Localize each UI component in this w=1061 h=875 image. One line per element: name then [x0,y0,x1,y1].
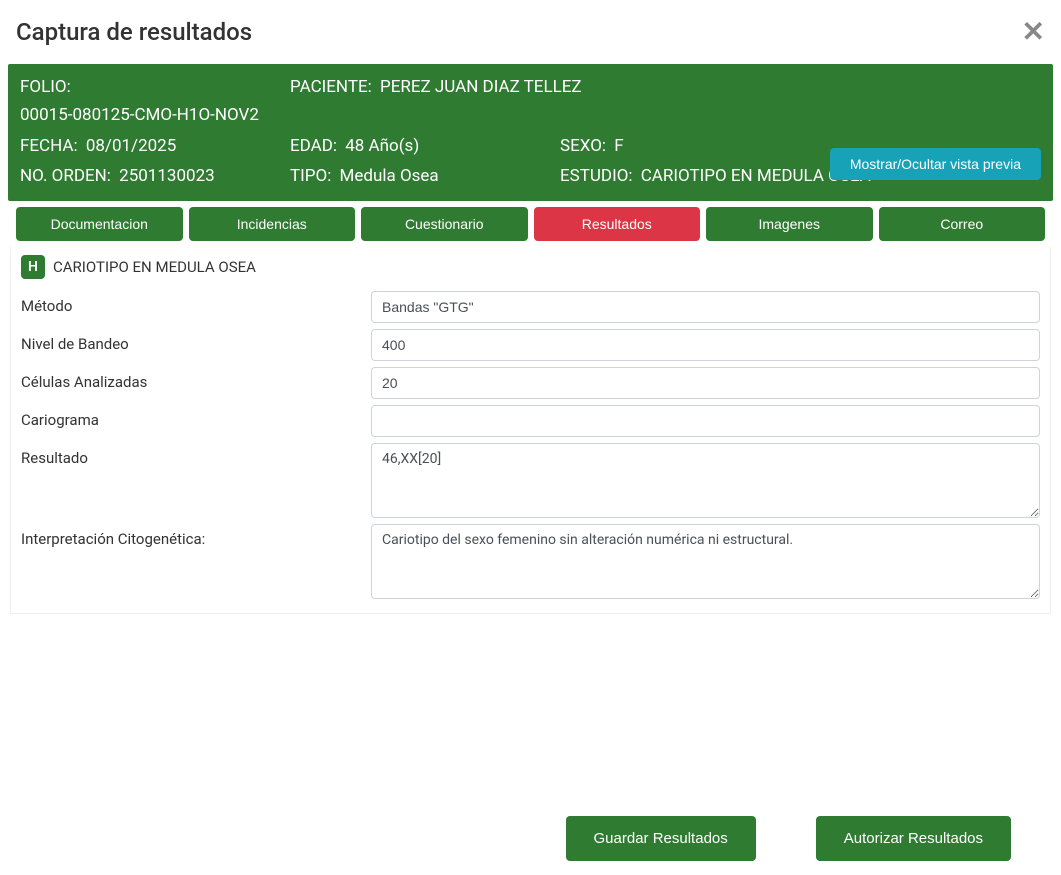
celulas-label: Células Analizadas [21,367,371,391]
orden-field: NO. ORDEN: 2501130023 [20,163,280,189]
paciente-value: PEREZ JUAN DIAZ TELLEZ [380,77,582,97]
resultado-label: Resultado [21,443,371,467]
folio-value: 00015-080125-CMO-H1O-NOV2 [20,102,280,128]
modal-header: Captura de resultados ✕ [8,8,1053,64]
fecha-value: 08/01/2025 [86,136,176,156]
metodo-input[interactable] [371,291,1040,323]
tab-bar: Documentacion Incidencias Cuestionario R… [8,201,1053,247]
footer-actions: Guardar Resultados Autorizar Resultados [0,802,1061,875]
modal-title: Captura de resultados [16,18,252,46]
results-form: H CARIOTIPO EN MEDULA OSEA Método Nivel … [10,247,1051,614]
tab-imagenes[interactable]: Imagenes [706,207,873,241]
section-name: CARIOTIPO EN MEDULA OSEA [53,258,256,276]
paciente-field: PACIENTE: PEREZ JUAN DIAZ TELLEZ [290,74,1041,100]
tab-correo[interactable]: Correo [879,207,1046,241]
tab-incidencias[interactable]: Incidencias [189,207,356,241]
nivel-bandeo-label: Nivel de Bandeo [21,329,371,353]
edad-label: EDAD: [290,136,337,156]
interpretacion-label: Interpretación Citogenética: [21,524,371,548]
section-header: H CARIOTIPO EN MEDULA OSEA [21,255,1040,279]
autorizar-resultados-button[interactable]: Autorizar Resultados [816,816,1011,861]
paciente-label: PACIENTE: [290,77,372,97]
edad-value: 48 Año(s) [345,136,419,156]
close-icon[interactable]: ✕ [1022,18,1045,46]
celulas-input[interactable] [371,367,1040,399]
cariograma-label: Cariograma [21,405,371,429]
metodo-label: Método [21,291,371,315]
tipo-value: Medula Osea [340,166,439,186]
guardar-resultados-button[interactable]: Guardar Resultados [566,816,756,861]
tab-documentacion[interactable]: Documentacion [16,207,183,241]
fecha-label: FECHA: [20,136,78,156]
folio-field: FOLIO: 00015-080125-CMO-H1O-NOV2 [20,74,280,129]
tab-resultados[interactable]: Resultados [534,207,701,241]
tipo-label: TIPO: [290,166,331,186]
patient-info-panel: FOLIO: 00015-080125-CMO-H1O-NOV2 PACIENT… [8,64,1053,201]
fecha-field: FECHA: 08/01/2025 [20,133,280,159]
tab-cuestionario[interactable]: Cuestionario [361,207,528,241]
sexo-label: SEXO: [560,136,606,156]
toggle-preview-button[interactable]: Mostrar/Ocultar vista previa [830,148,1041,180]
edad-field: EDAD: 48 Año(s) [290,133,550,159]
section-badge: H [21,255,45,279]
orden-value: 2501130023 [119,166,215,186]
tipo-field: TIPO: Medula Osea [290,163,550,189]
orden-label: NO. ORDEN: [20,166,111,186]
nivel-bandeo-input[interactable] [371,329,1040,361]
resultado-textarea[interactable] [371,443,1040,518]
interpretacion-textarea[interactable] [371,524,1040,599]
cariograma-input[interactable] [371,405,1040,437]
estudio-label: ESTUDIO: [560,166,633,186]
folio-label: FOLIO: [20,77,71,97]
sexo-value: F [614,136,623,156]
